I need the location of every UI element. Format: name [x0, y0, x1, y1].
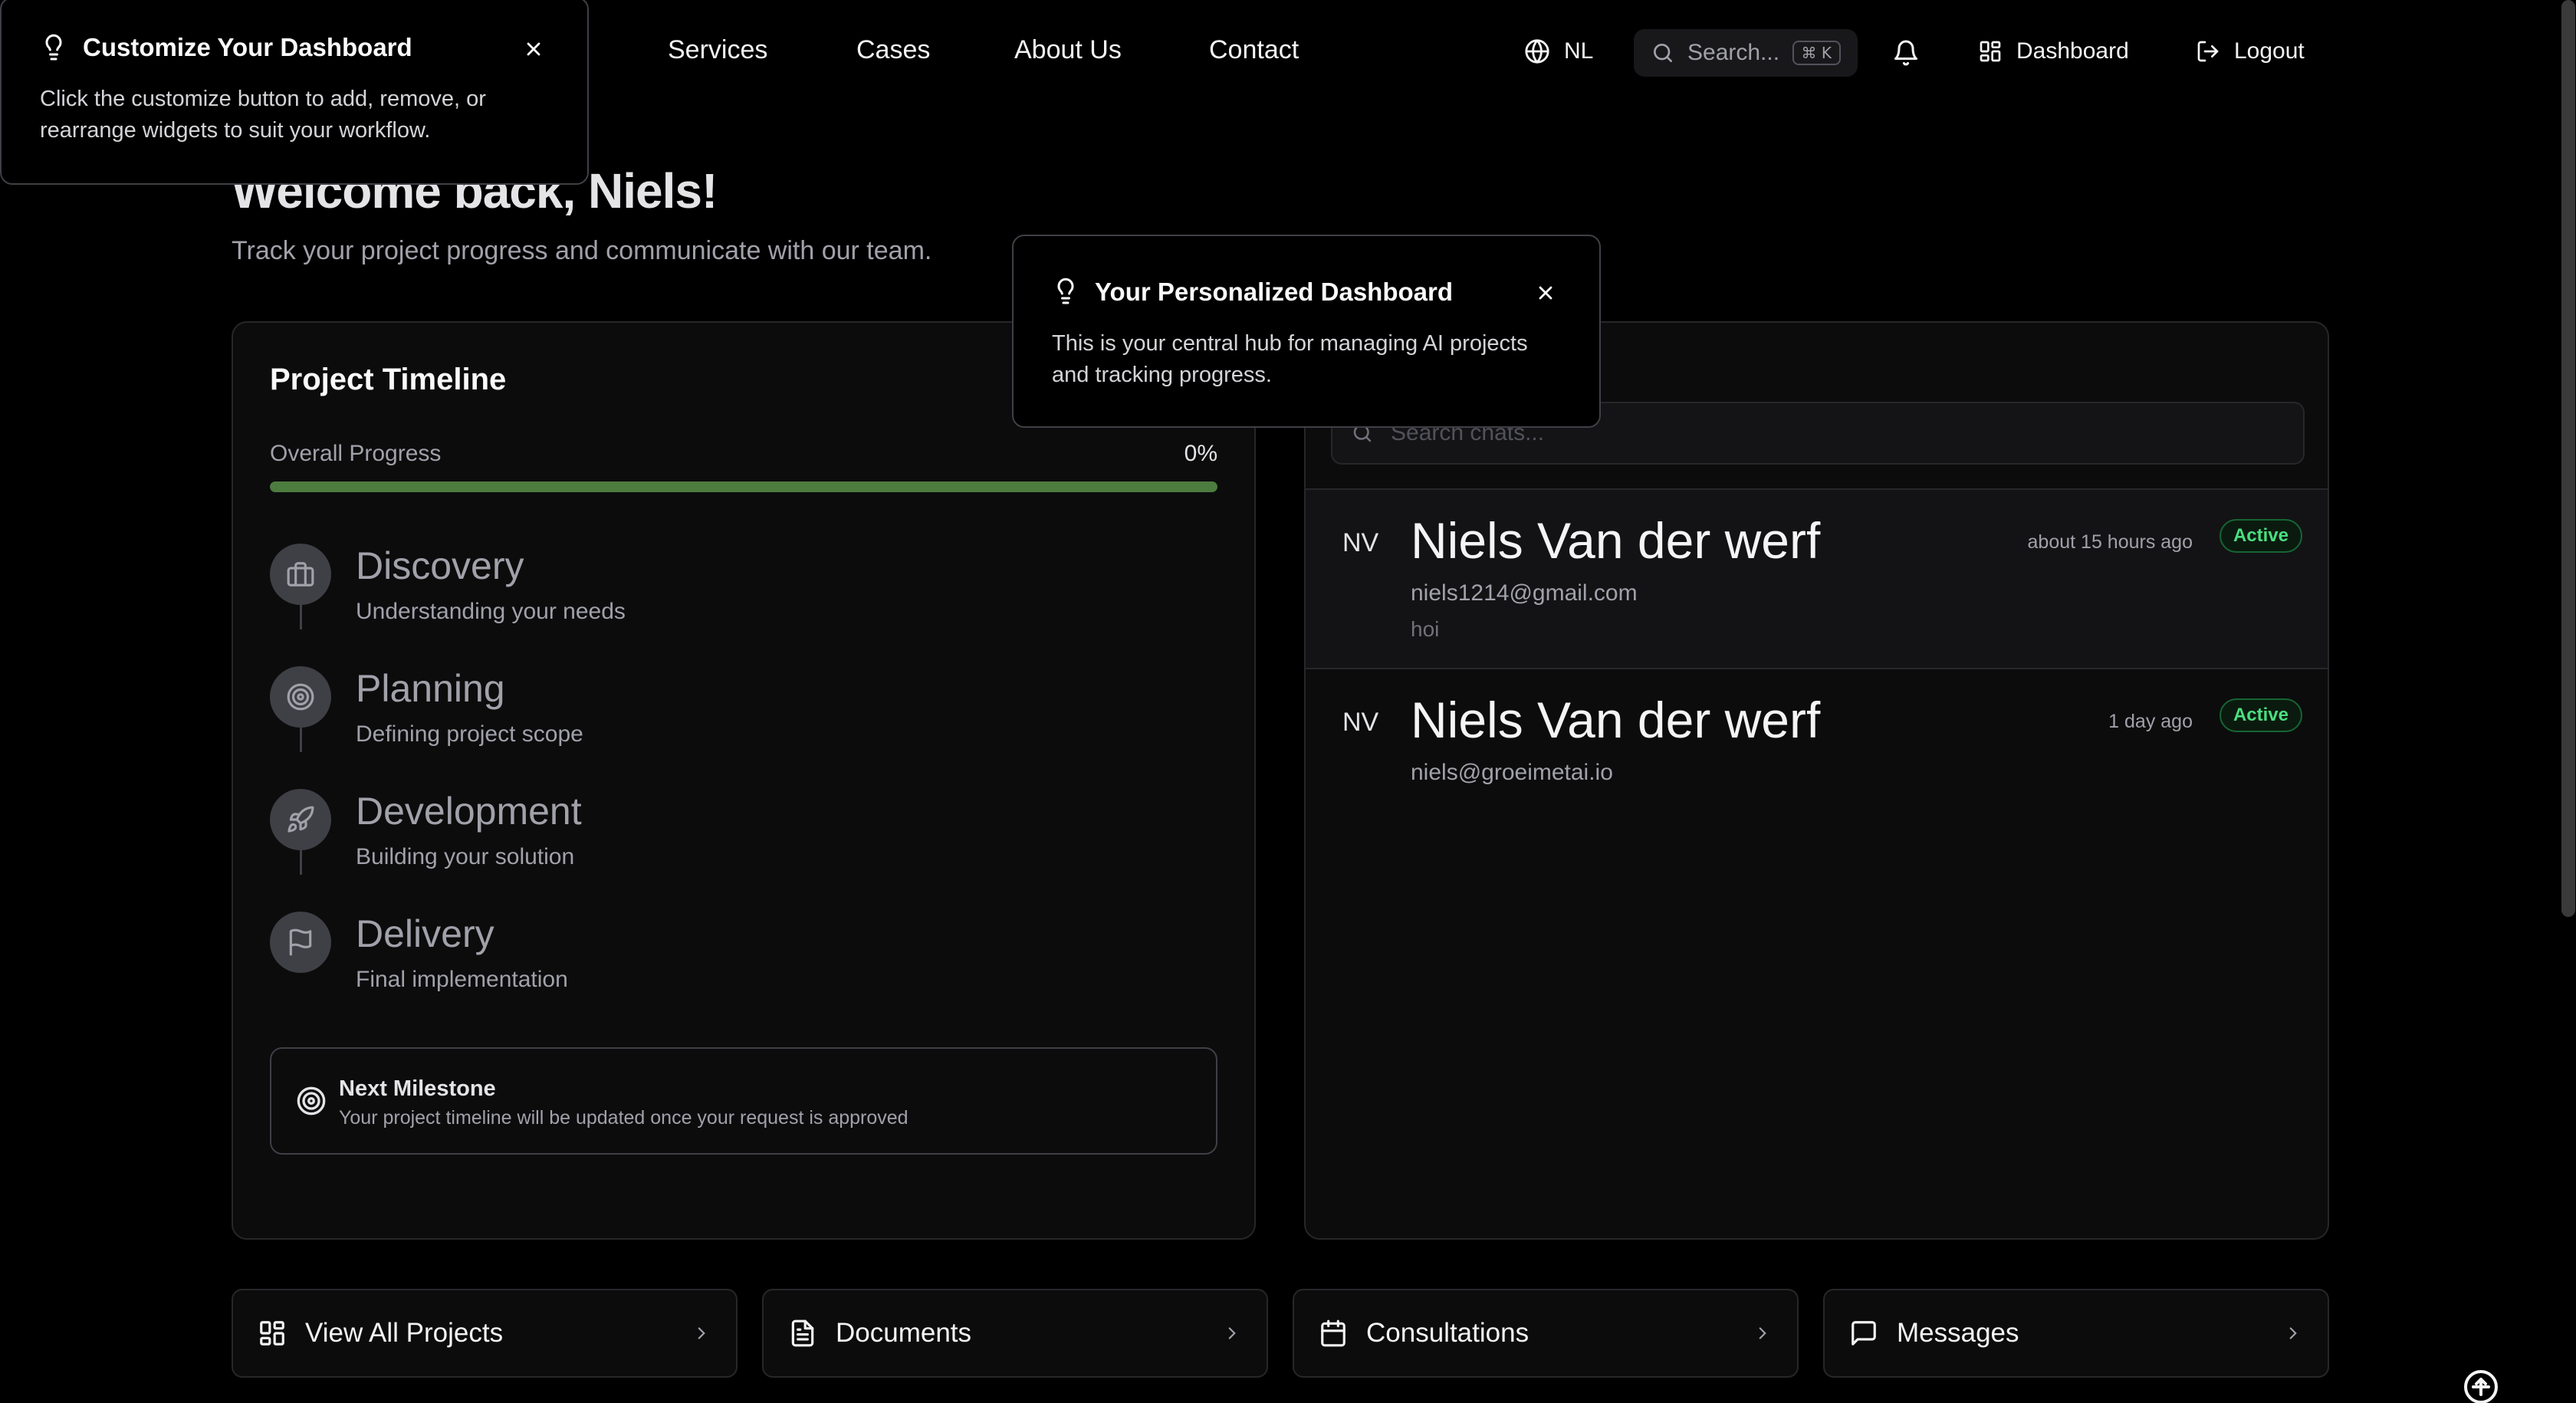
language-switcher[interactable]: NL [1524, 38, 1593, 64]
step-title: Discovery [356, 544, 524, 587]
nav-link-about-us[interactable]: About Us [1014, 35, 1122, 65]
progress-label: Overall Progress [270, 441, 442, 466]
step-title: Planning [356, 667, 505, 710]
consultations-button[interactable]: Consultations [1293, 1289, 1799, 1378]
close-button[interactable] [1529, 276, 1562, 310]
chat-contact-email: niels1214@gmail.com [1411, 580, 1638, 606]
chat-timestamp: about 15 hours ago [2027, 531, 2193, 553]
quick-link-label: Documents [836, 1318, 972, 1348]
milestone-title: Next Milestone [339, 1076, 496, 1101]
lightbulb-icon [40, 34, 67, 61]
message-icon [1849, 1319, 1878, 1348]
status-badge: Active [2219, 519, 2302, 553]
floating-help-button[interactable] [2463, 1368, 2499, 1403]
page-subtitle: Track your project progress and communic… [232, 236, 932, 265]
avatar: NV [1342, 528, 1379, 557]
document-icon [788, 1319, 817, 1348]
messages-button[interactable]: Messages [1823, 1289, 2329, 1378]
scrollbar-thumb[interactable] [2561, 0, 2575, 917]
popover-body: This is your central hub for managing AI… [1052, 331, 1528, 387]
close-icon [523, 38, 544, 60]
status-badge: Active [2219, 698, 2302, 732]
quick-link-label: Messages [1897, 1318, 2019, 1348]
search-placeholder: Search... [1687, 40, 1780, 65]
dashboard-label: Dashboard [2016, 38, 2129, 64]
chat-last-message: hoi [1411, 617, 1440, 641]
progress-value: 0% [1184, 441, 1217, 466]
chevron-right-icon [1753, 1323, 1773, 1343]
language-label: NL [1564, 38, 1594, 64]
view-all-projects-button[interactable]: View All Projects [232, 1289, 738, 1378]
step-subtitle: Defining project scope [356, 721, 583, 747]
lightbulb-icon [1052, 278, 1079, 305]
popover-title: Your Personalized Dashboard [1095, 278, 1453, 306]
chevron-right-icon [692, 1323, 711, 1343]
rocket-icon [270, 789, 331, 850]
quick-link-label: View All Projects [305, 1318, 504, 1348]
avatar: NV [1342, 708, 1379, 737]
bell-icon [1892, 39, 1920, 67]
quick-link-label: Consultations [1366, 1318, 1530, 1348]
globe-icon [1524, 38, 1550, 64]
flag-icon [270, 912, 331, 973]
calendar-icon [1319, 1319, 1348, 1348]
search-icon [1651, 41, 1675, 65]
step-subtitle: Understanding your needs [356, 599, 626, 624]
chat-timestamp: 1 day ago [2108, 711, 2193, 732]
popover-body: Click the customize button to add, remov… [40, 87, 486, 143]
timeline-connector [300, 605, 302, 629]
global-search[interactable]: Search... ⌘ K [1634, 29, 1858, 77]
briefcase-icon [270, 544, 331, 605]
personalized-dashboard-popover: Your Personalized Dashboard This is your… [1012, 235, 1601, 428]
nav-link-services[interactable]: Services [668, 35, 767, 65]
documents-button[interactable]: Documents [762, 1289, 1268, 1378]
nav-link-cases[interactable]: Cases [856, 35, 930, 65]
chat-contact-email: niels@groeimetai.io [1411, 760, 1613, 785]
chat-list-item[interactable]: NV Niels Van der werf niels@groeimetai.i… [1306, 669, 2328, 847]
chevron-right-icon [1222, 1323, 1242, 1343]
close-button[interactable] [517, 32, 550, 66]
chat-contact-name: Niels Van der werf [1411, 692, 1821, 748]
step-subtitle: Building your solution [356, 844, 575, 869]
chevron-right-icon [2283, 1323, 2303, 1343]
timeline-connector [300, 850, 302, 875]
close-icon [1535, 282, 1556, 304]
logout-label: Logout [2234, 38, 2305, 64]
progress-bar [270, 481, 1217, 492]
dashboard-button[interactable]: Dashboard [1978, 38, 2129, 64]
step-title: Delivery [356, 912, 495, 955]
popover-title: Customize Your Dashboard [83, 33, 412, 61]
chat-contact-name: Niels Van der werf [1411, 512, 1821, 569]
step-subtitle: Final implementation [356, 967, 568, 992]
logout-button[interactable]: Logout [2196, 38, 2305, 64]
milestone-subtitle: Your project timeline will be updated on… [339, 1107, 909, 1129]
timeline-title: Project Timeline [270, 363, 507, 396]
timeline-connector [300, 728, 302, 752]
grid-icon [258, 1319, 287, 1348]
notifications-button[interactable] [1892, 39, 1920, 67]
nav-link-contact[interactable]: Contact [1209, 35, 1299, 65]
project-timeline-card: Project Timeline Overall Progress 0% Dis… [232, 321, 1256, 1240]
next-milestone-box: Next Milestone Your project timeline wil… [270, 1047, 1217, 1155]
chat-list-item[interactable]: NV Niels Van der werf niels1214@gmail.co… [1306, 490, 2328, 668]
customize-dashboard-popover: Customize Your Dashboard Click the custo… [0, 0, 589, 185]
target-icon [296, 1086, 327, 1116]
layout-grid-icon [1978, 39, 2003, 64]
logout-icon [2196, 39, 2220, 64]
target-icon [270, 666, 331, 728]
step-title: Development [356, 790, 582, 833]
compass-icon [2463, 1368, 2499, 1403]
progress-fill [270, 481, 1217, 492]
search-shortcut: ⌘ K [1792, 41, 1841, 65]
chats-card: NV Niels Van der werf niels1214@gmail.co… [1304, 321, 2329, 1240]
